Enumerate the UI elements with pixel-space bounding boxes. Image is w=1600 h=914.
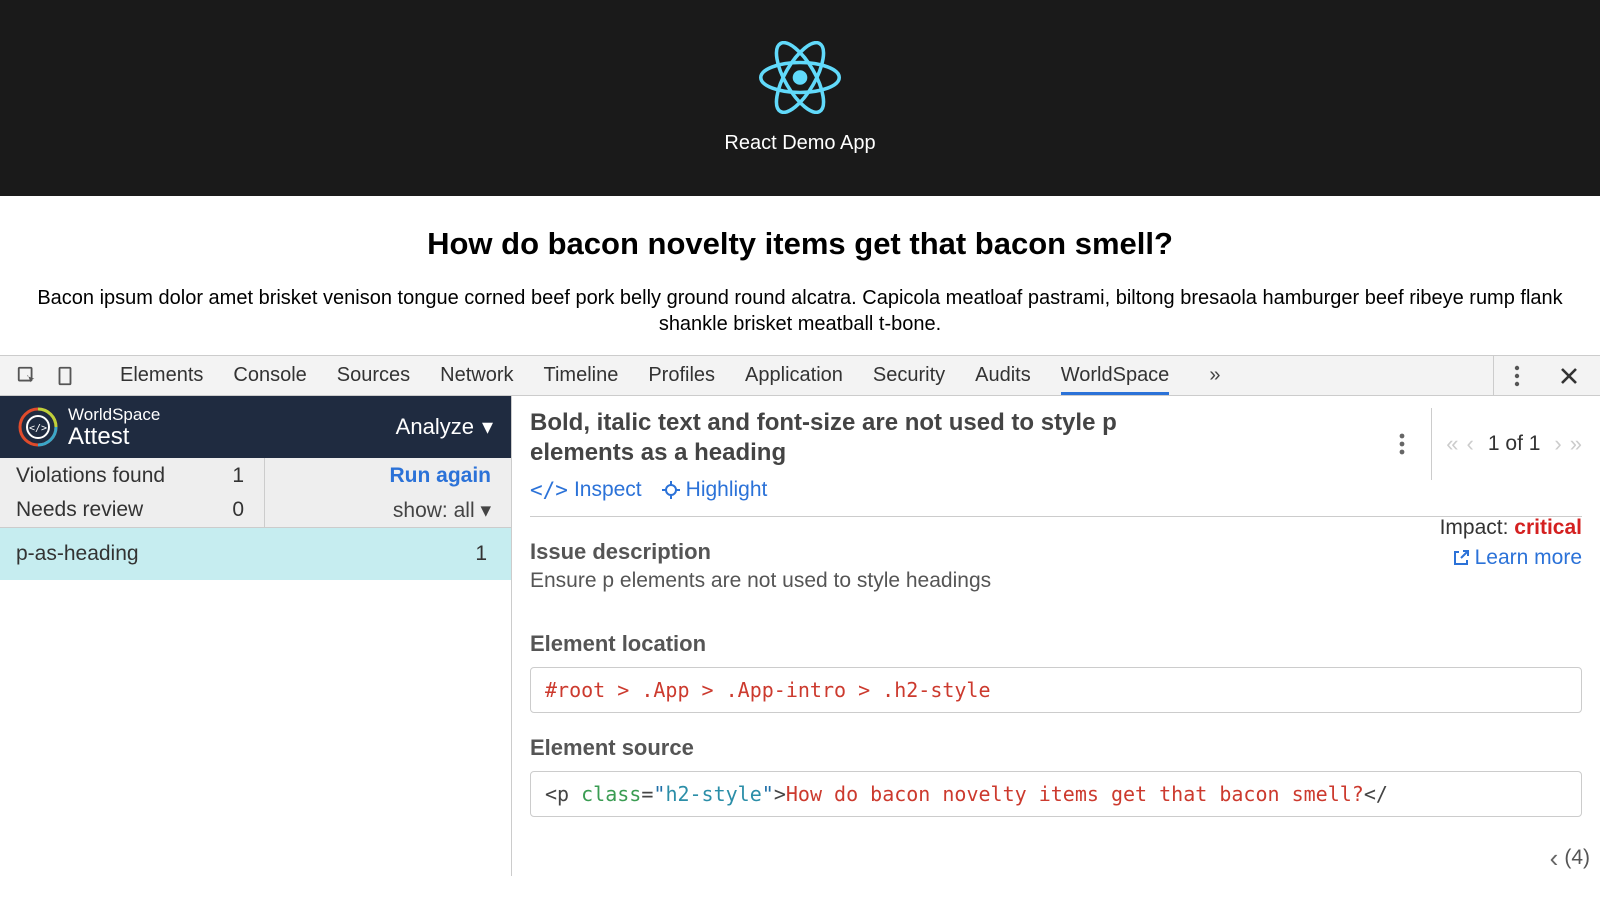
devtools-tabs-bar: Elements Console Sources Network Timelin… bbox=[0, 356, 1600, 396]
app-title: React Demo App bbox=[724, 132, 875, 155]
impact-value: critical bbox=[1514, 516, 1582, 539]
page-content: How do bacon novelty items get that baco… bbox=[0, 196, 1600, 355]
footer-count: (4) bbox=[1564, 846, 1590, 870]
attest-header: </> WorldSpace Attest Analyze ▾ bbox=[0, 396, 511, 458]
src-open: <p bbox=[545, 782, 581, 806]
devtools-panel: Elements Console Sources Network Timelin… bbox=[0, 355, 1600, 876]
tab-console[interactable]: Console bbox=[233, 356, 306, 395]
highlight-button[interactable]: Highlight bbox=[662, 478, 768, 502]
issue-title-block: Bold, italic text and font-size are not … bbox=[530, 408, 1170, 502]
devtools-tabs-right bbox=[1493, 356, 1600, 395]
inspect-element-icon[interactable] bbox=[12, 361, 42, 391]
issue-desc-label: Issue description bbox=[530, 539, 1582, 565]
src-q1: " bbox=[653, 782, 665, 806]
impact-block: Impact: critical Learn more bbox=[1440, 516, 1582, 572]
issue-nav-controls: « ‹ 1 of 1 › » bbox=[1387, 408, 1582, 480]
nav-icons: « ‹ 1 of 1 › » bbox=[1446, 431, 1582, 457]
attest-sub-header: Violations found 1 Needs review 0 Run ag… bbox=[0, 458, 511, 528]
impact-label: Impact: bbox=[1440, 516, 1515, 539]
src-attr: class bbox=[581, 782, 641, 806]
caret-down-icon: ▾ bbox=[482, 414, 493, 440]
learn-more-link[interactable]: Learn more bbox=[1453, 546, 1582, 570]
analyze-label: Analyze bbox=[396, 414, 474, 440]
tab-elements[interactable]: Elements bbox=[120, 356, 203, 395]
element-location-label: Element location bbox=[530, 631, 1582, 657]
needs-review-count: 0 bbox=[232, 498, 244, 522]
devtools-tabs: Elements Console Sources Network Timelin… bbox=[120, 356, 1493, 395]
kebab-menu-icon[interactable] bbox=[1502, 361, 1532, 391]
device-toolbar-icon[interactable] bbox=[50, 361, 80, 391]
page-body-text: Bacon ipsum dolor amet brisket venison t… bbox=[8, 286, 1592, 337]
issue-header: Bold, italic text and font-size are not … bbox=[530, 408, 1582, 517]
show-filter-dropdown[interactable]: show: all ▾ bbox=[393, 498, 491, 523]
issue-desc-text: Ensure p elements are not used to style … bbox=[530, 569, 1582, 593]
analyze-button[interactable]: Analyze ▾ bbox=[396, 414, 493, 440]
element-location-value: #root > .App > .App-intro > .h2-style bbox=[545, 678, 991, 702]
svg-text:</>: </> bbox=[29, 423, 47, 434]
element-source-label: Element source bbox=[530, 735, 1582, 761]
inspect-button[interactable]: </> Inspect bbox=[530, 478, 642, 502]
tab-sources[interactable]: Sources bbox=[337, 356, 410, 395]
last-icon[interactable]: » bbox=[1570, 431, 1582, 457]
violation-row[interactable]: p-as-heading 1 bbox=[0, 528, 511, 580]
close-devtools-icon[interactable] bbox=[1554, 361, 1584, 391]
external-link-icon bbox=[1453, 550, 1469, 566]
footer-strip: ‹ (4) bbox=[1540, 840, 1600, 876]
violations-count: 1 bbox=[232, 464, 244, 488]
violations-label: Violations found bbox=[16, 464, 165, 488]
learn-more-label: Learn more bbox=[1475, 546, 1582, 570]
violations-found-row: Violations found 1 bbox=[0, 458, 264, 492]
sub-header-right: Run again show: all ▾ bbox=[265, 458, 511, 527]
tab-timeline[interactable]: Timeline bbox=[544, 356, 619, 395]
element-source-box[interactable]: <p class="h2-style">How do bacon novelty… bbox=[530, 771, 1582, 817]
first-icon[interactable]: « bbox=[1446, 431, 1458, 457]
inspect-label: Inspect bbox=[574, 478, 642, 502]
issue-menu-icon[interactable] bbox=[1387, 429, 1417, 459]
tab-network[interactable]: Network bbox=[440, 356, 513, 395]
src-q2: " bbox=[762, 782, 774, 806]
highlight-label: Highlight bbox=[686, 478, 768, 502]
show-filter-label: show: all bbox=[393, 499, 475, 522]
issue-title: Bold, italic text and font-size are not … bbox=[530, 408, 1170, 468]
inspect-actions: </> Inspect Highlight bbox=[530, 478, 1170, 502]
target-icon bbox=[662, 481, 680, 499]
tab-security[interactable]: Security bbox=[873, 356, 945, 395]
tab-worldspace[interactable]: WorldSpace bbox=[1061, 356, 1170, 395]
needs-review-label: Needs review bbox=[16, 498, 143, 522]
src-val: h2-style bbox=[665, 782, 761, 806]
src-eq: = bbox=[641, 782, 653, 806]
react-logo-icon bbox=[759, 41, 841, 114]
tab-profiles[interactable]: Profiles bbox=[648, 356, 715, 395]
tab-overflow-icon[interactable]: » bbox=[1199, 364, 1230, 387]
next-icon[interactable]: › bbox=[1554, 431, 1561, 457]
brand-bottom: Attest bbox=[68, 424, 160, 449]
page-heading: How do bacon novelty items get that baco… bbox=[8, 226, 1592, 262]
nav-count: 1 of 1 bbox=[1482, 432, 1547, 456]
tab-application[interactable]: Application bbox=[745, 356, 843, 395]
caret-down-icon: ▾ bbox=[480, 499, 491, 522]
run-again-link[interactable]: Run again bbox=[389, 464, 491, 488]
violation-rule-count: 1 bbox=[475, 542, 487, 566]
src-end: </ bbox=[1364, 782, 1388, 806]
tab-audits[interactable]: Audits bbox=[975, 356, 1031, 395]
attest-panel: </> WorldSpace Attest Analyze ▾ Violatio… bbox=[0, 396, 1600, 876]
code-icon: </> bbox=[530, 478, 568, 502]
attest-logo-icon: </> bbox=[18, 407, 58, 447]
chevron-left-icon[interactable]: ‹ bbox=[1550, 843, 1559, 874]
src-text: How do bacon novelty items get that baco… bbox=[786, 782, 1364, 806]
brand-top: WorldSpace bbox=[68, 406, 160, 424]
element-location-box[interactable]: #root > .App > .App-intro > .h2-style bbox=[530, 667, 1582, 713]
violation-rule-id: p-as-heading bbox=[16, 542, 139, 566]
needs-review-row: Needs review 0 bbox=[0, 492, 264, 526]
prev-icon[interactable]: ‹ bbox=[1467, 431, 1474, 457]
attest-right-column: Bold, italic text and font-size are not … bbox=[512, 396, 1600, 876]
src-close: > bbox=[774, 782, 786, 806]
attest-brand: WorldSpace Attest bbox=[68, 406, 160, 449]
app-header: React Demo App bbox=[0, 0, 1600, 196]
attest-left-column: </> WorldSpace Attest Analyze ▾ Violatio… bbox=[0, 396, 512, 876]
sub-header-left: Violations found 1 Needs review 0 bbox=[0, 458, 265, 527]
